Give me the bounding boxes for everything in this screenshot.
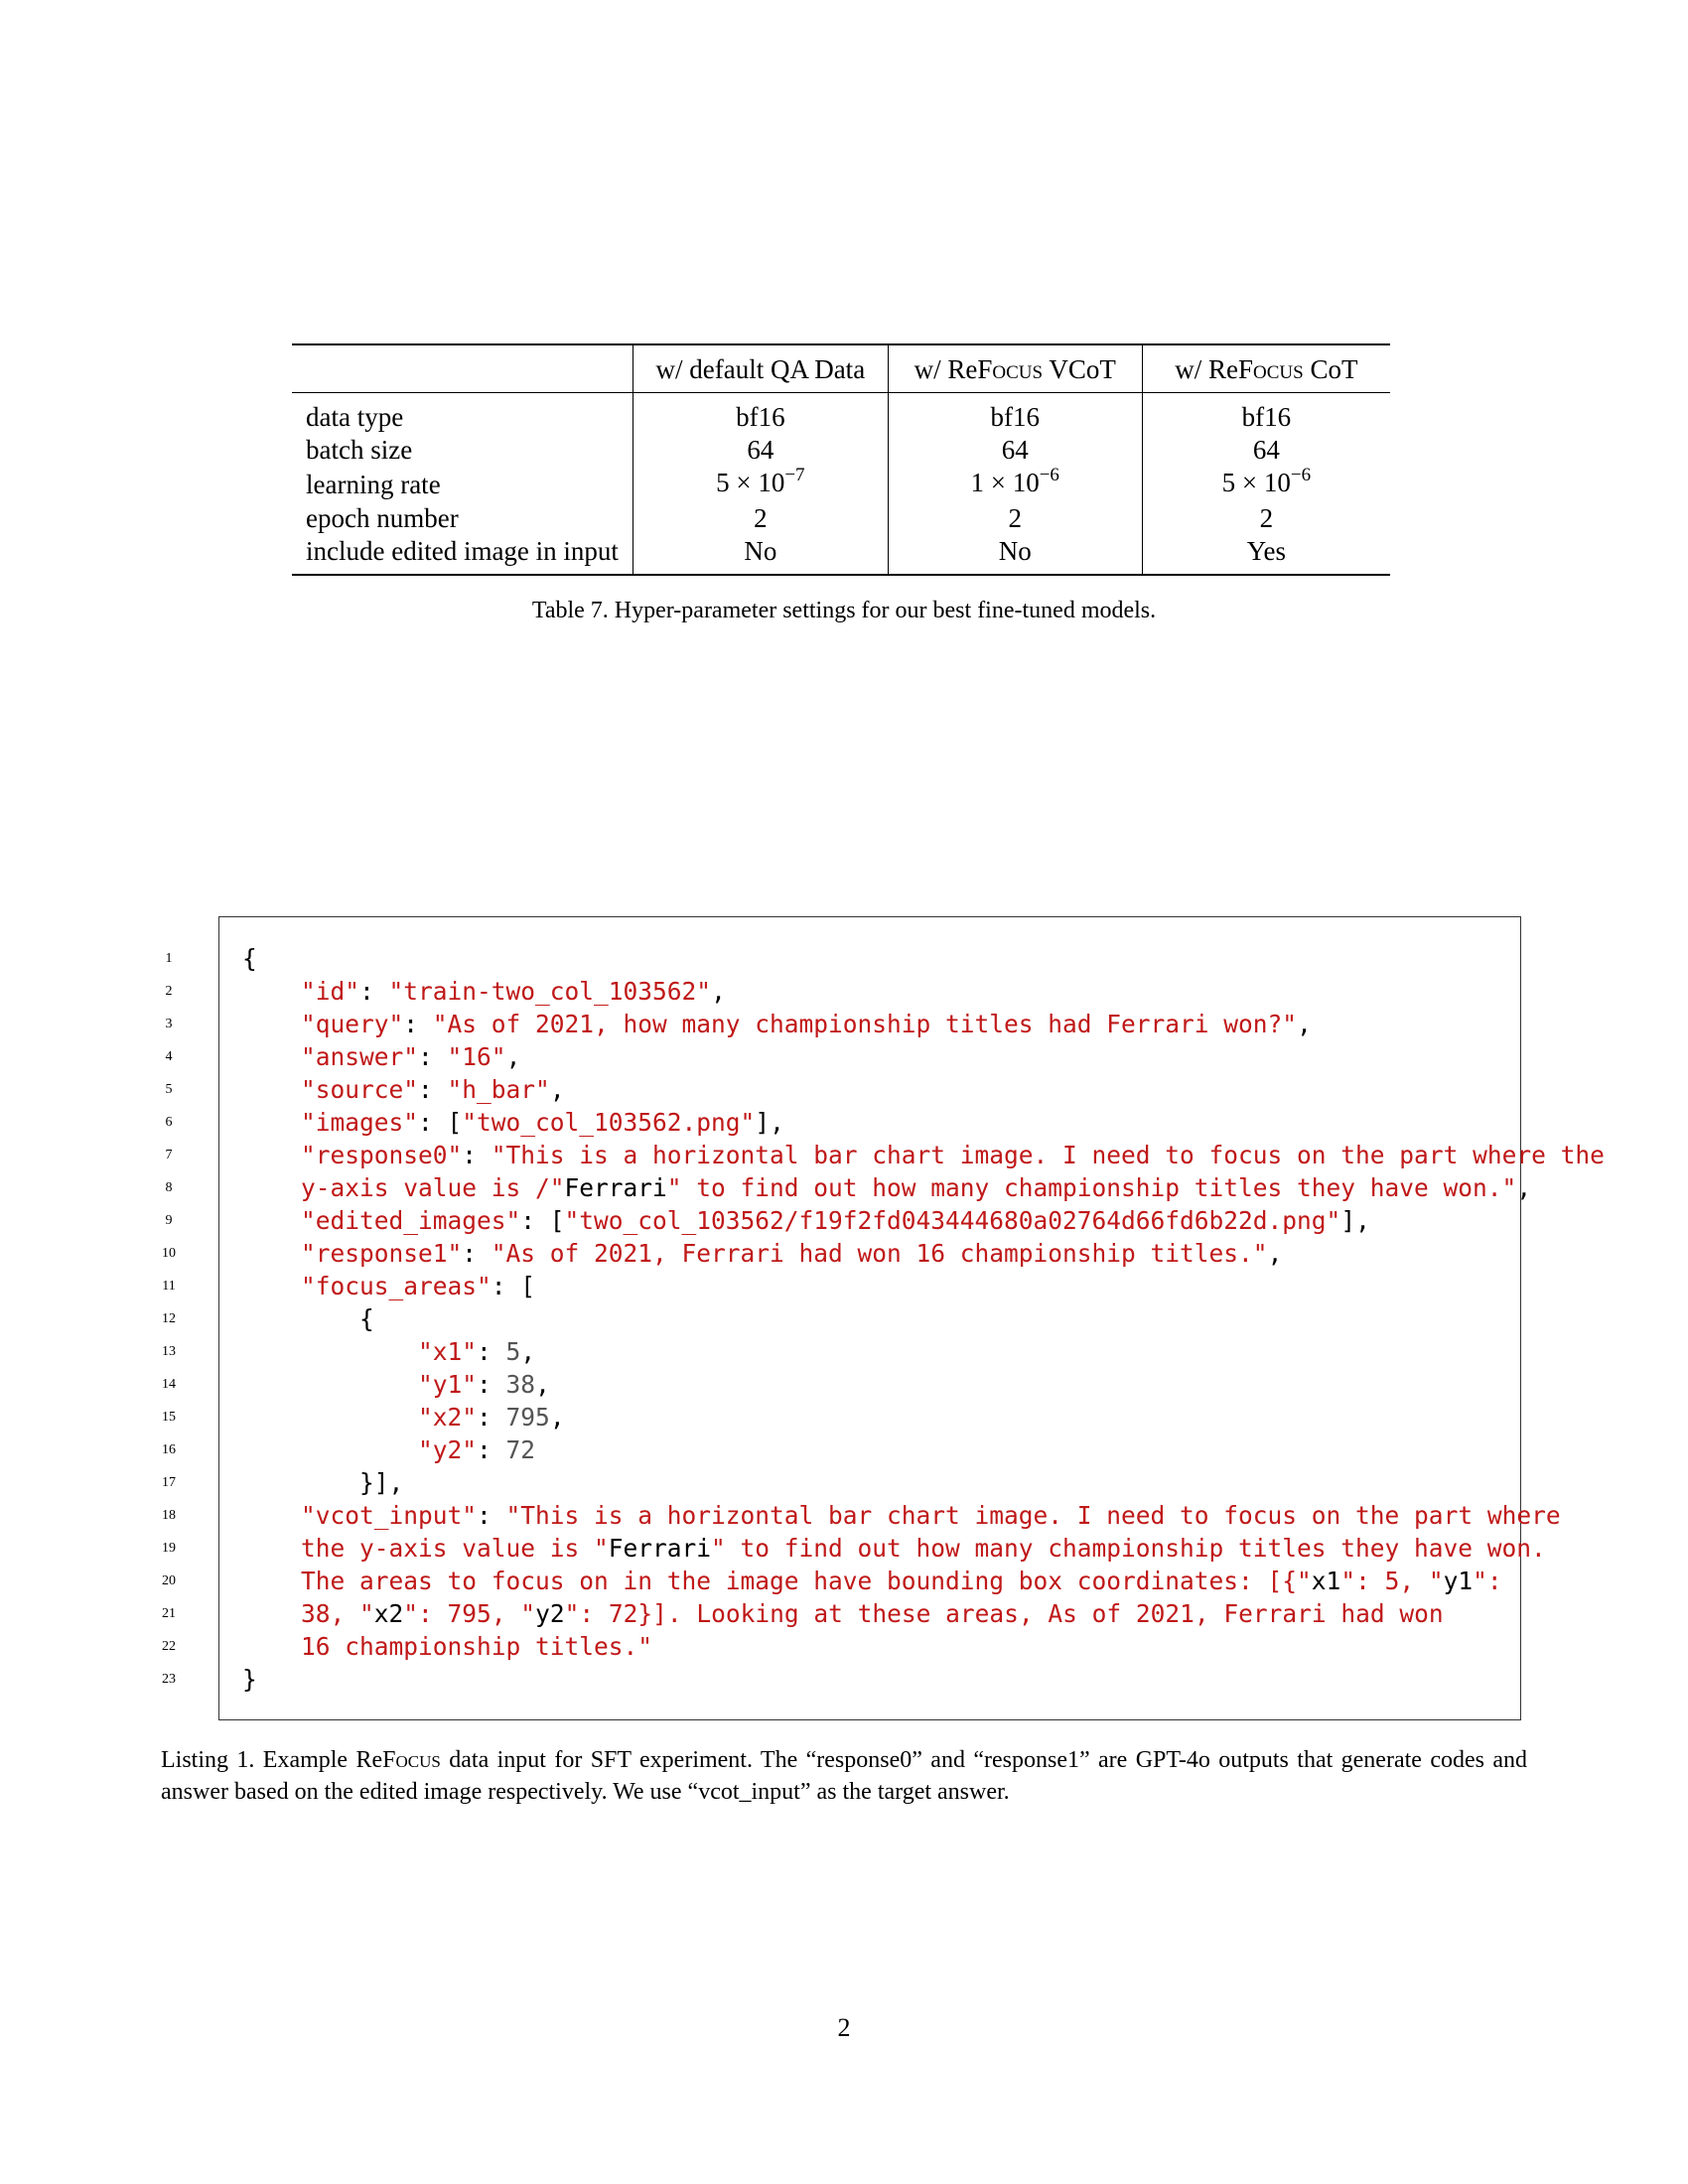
code-text: {: [242, 944, 257, 973]
table-header-row: w/ default QA Data w/ ReFocus VCoT w/ Re…: [292, 344, 1390, 393]
line-number: 11: [162, 1279, 176, 1294]
code-text: "images": ["two_col_103562.png"],: [301, 1108, 784, 1137]
code-text: "vcot_input": "This is a horizontal bar …: [301, 1501, 1561, 1530]
table-row: learning rate 5 × 10−7 1 × 10−6 5 × 10−6: [292, 465, 1390, 502]
table-cell: No: [887, 535, 1143, 575]
table-cell: 1 × 10−6: [887, 465, 1143, 502]
line-number: 16: [162, 1442, 176, 1457]
line-number: 13: [162, 1344, 176, 1359]
table-row: batch size 64 64 64: [292, 434, 1390, 467]
table-cell: 5 × 10−7: [632, 465, 889, 502]
line-number: 6: [165, 1115, 173, 1130]
row-label: epoch number: [306, 503, 459, 533]
code-text: "answer": "16",: [301, 1042, 521, 1071]
table-cell: 64: [1141, 434, 1390, 467]
table-cell: 2: [887, 502, 1143, 535]
table-row: include edited image in input No No Yes: [292, 535, 1390, 575]
table-caption: Table 7. Hyper-parameter settings for ou…: [531, 598, 1157, 623]
code-text: }],: [359, 1468, 404, 1497]
code-text: "source": "h_bar",: [301, 1075, 565, 1104]
page-number: 2: [837, 2013, 851, 2042]
code-text: 38, "x2": 795, "y2": 72}]. Looking at th…: [301, 1599, 1444, 1628]
table-cell: bf16: [1141, 392, 1390, 434]
col-header-default-qa: w/ default QA Data: [632, 344, 889, 393]
table-cell: 5 × 10−6: [1141, 465, 1390, 502]
row-label: data type: [306, 402, 404, 432]
code-text: "y1": 38,: [418, 1370, 550, 1399]
table-cell: 64: [887, 434, 1143, 467]
line-number: 1: [165, 951, 173, 966]
table-cell: bf16: [887, 392, 1143, 434]
line-number: 10: [162, 1246, 176, 1261]
code-text: the y-axis value is "Ferrari" to find ou…: [301, 1534, 1546, 1563]
code-text: "query": "As of 2021, how many champions…: [301, 1010, 1312, 1038]
code-text: 16 championship titles.": [301, 1632, 653, 1661]
table-row: data type bf16 bf16 bf16: [292, 392, 1390, 434]
line-number: 20: [162, 1573, 176, 1588]
listing-caption: Listing 1. Example ReFocus data input fo…: [161, 1747, 1528, 1805]
code-text: "edited_images": ["two_col_103562/f19f2f…: [301, 1206, 1370, 1235]
row-label: batch size: [306, 435, 413, 465]
table-corner-cell: [292, 344, 633, 393]
line-number: 22: [162, 1639, 176, 1654]
line-number: 8: [165, 1180, 173, 1195]
code-text: "x1": 5,: [418, 1337, 536, 1366]
col-header-refocus-cot: w/ ReFocus CoT: [1141, 344, 1390, 393]
line-number: 15: [162, 1410, 176, 1425]
code-text: "response1": "As of 2021, Ferrari had wo…: [301, 1239, 1283, 1268]
hyperparameter-table: w/ default QA Data w/ ReFocus VCoT w/ Re…: [292, 343, 1390, 576]
line-number: 14: [162, 1377, 176, 1392]
row-label: include edited image in input: [306, 536, 619, 566]
line-number: 18: [162, 1508, 176, 1523]
table-row: epoch number 2 2 2: [292, 502, 1390, 535]
code-text: y-axis value is /"Ferrari" to find out h…: [301, 1173, 1532, 1202]
col-header-prefix: w/: [1175, 354, 1202, 384]
brand-name: ReFocus: [355, 1747, 441, 1773]
code-text: The areas to focus on in the image have …: [301, 1567, 1502, 1595]
code-text: "id": "train-two_col_103562",: [301, 977, 726, 1006]
line-number: 4: [165, 1049, 173, 1064]
table-cell: bf16: [632, 392, 889, 434]
table-cell: 2: [632, 502, 889, 535]
row-label: learning rate: [306, 469, 441, 499]
table-cell: 2: [1141, 502, 1390, 535]
code-text: {: [359, 1304, 374, 1333]
code-text: }: [242, 1665, 257, 1694]
brand-name: ReFocus: [1207, 354, 1304, 384]
code-text: "focus_areas": [: [301, 1272, 536, 1300]
line-number: 12: [162, 1311, 176, 1326]
table-cell: 64: [632, 434, 889, 467]
line-number: 23: [162, 1672, 176, 1687]
col-header-suffix: CoT: [1310, 354, 1358, 384]
line-number: 3: [165, 1017, 173, 1031]
brand-name: ReFocus: [947, 354, 1044, 384]
line-number: 5: [165, 1082, 173, 1097]
line-number: 19: [162, 1541, 176, 1556]
col-header-suffix: VCoT: [1049, 354, 1116, 384]
col-header-prefix: w/: [914, 354, 941, 384]
table-cell: No: [632, 535, 889, 575]
table-cell: Yes: [1141, 535, 1390, 575]
line-number: 21: [162, 1606, 176, 1621]
code-text: "y2": 72: [418, 1435, 536, 1464]
code-text: "response0": "This is a horizontal bar c…: [301, 1141, 1605, 1169]
code-text: "x2": 795,: [418, 1403, 565, 1432]
col-header-refocus-vcot: w/ ReFocus VCoT: [887, 344, 1143, 393]
line-number: 17: [162, 1475, 176, 1490]
line-number: 7: [165, 1148, 173, 1162]
line-number: 9: [165, 1213, 173, 1228]
line-number: 2: [165, 984, 173, 999]
